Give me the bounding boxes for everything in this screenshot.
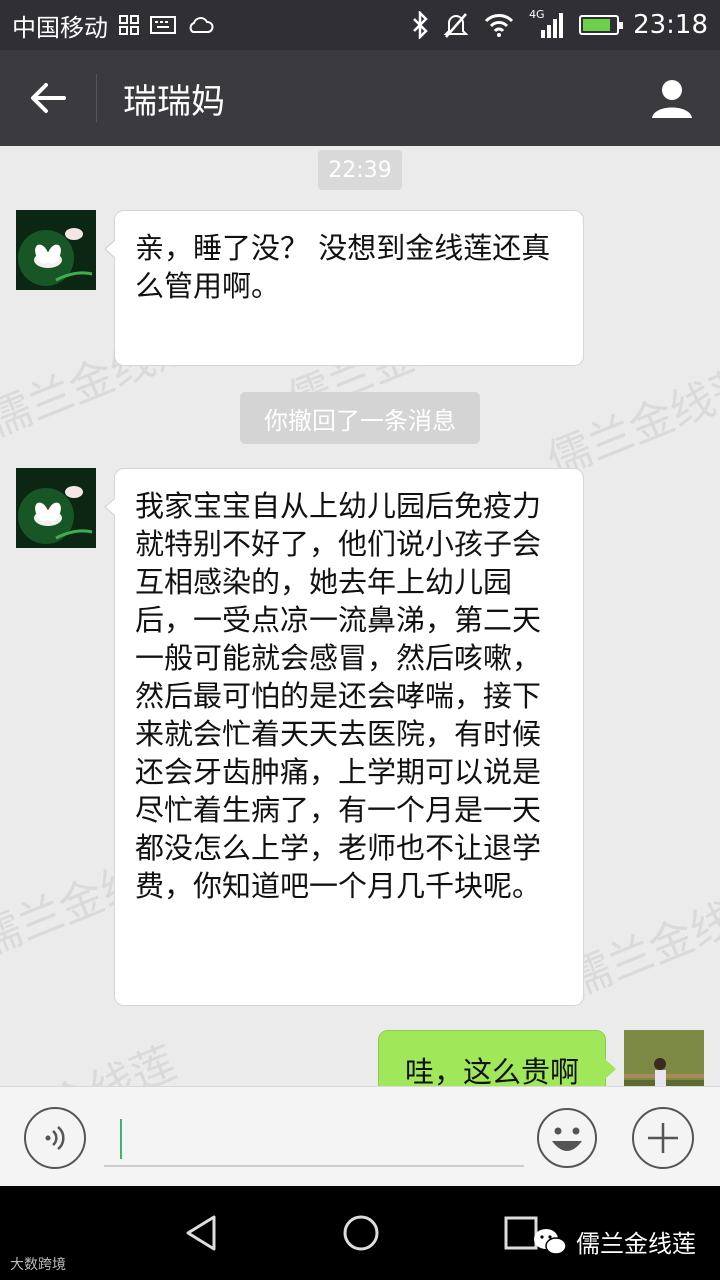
- message-bubble[interactable]: 亲，睡了没？ 没想到金线莲还真么管用啊。: [104, 210, 584, 366]
- my-message-bubble[interactable]: 哇，这么贵啊: [378, 1030, 616, 1086]
- text-cursor: [120, 1119, 122, 1159]
- chat-title: 瑞瑞妈: [123, 81, 225, 122]
- brand-watermark: 儒兰金线莲: [532, 1224, 696, 1259]
- message-text: 亲，睡了没？ 没想到金线莲还真么管用啊。: [135, 231, 551, 303]
- message-text: 哇，这么贵啊: [404, 1055, 579, 1086]
- corner-watermark-text: 大数跨境: [10, 1257, 66, 1273]
- signal-strength-icon: [541, 13, 564, 38]
- message-bubble[interactable]: 我家宝宝自从上幼儿园后免疫力就特别不好了，他们说小孩子会互相感染的，她去年上幼儿…: [104, 468, 584, 1006]
- contact-avatar[interactable]: [16, 210, 96, 290]
- photo-avatar-image: [624, 1030, 704, 1086]
- chat-header: 瑞瑞妈: [0, 50, 720, 146]
- brand-name: 儒兰金线莲: [576, 1230, 696, 1258]
- cloud-icon: [189, 17, 214, 33]
- battery-icon: [579, 15, 624, 35]
- bluetooth-icon: [413, 11, 428, 39]
- input-bar: [0, 1086, 720, 1187]
- wechat-logo-icon: [534, 1228, 567, 1255]
- carrier-label: 中国移动: [12, 13, 108, 42]
- wechat-chat-screen: 中国移动 4G 23:18 瑞瑞妈 儒兰金线莲 儒兰金线莲 儒兰金线莲 儒兰金线…: [0, 0, 720, 1280]
- signal-group: 4G: [529, 8, 565, 40]
- back-button[interactable]: [0, 50, 96, 146]
- wifi-icon: [484, 14, 514, 37]
- my-avatar[interactable]: [624, 1030, 704, 1086]
- arrow-left-icon: [31, 83, 66, 113]
- lotus-avatar-image: [16, 468, 96, 548]
- message-list[interactable]: 儒兰金线莲 儒兰金线莲 儒兰金线莲 儒兰金线莲 儒兰金线莲 儒兰金线莲 儒兰金线…: [0, 146, 720, 1086]
- smiley-icon: [537, 1108, 597, 1168]
- plus-icon: [648, 1123, 678, 1153]
- keyboard-icon: [150, 16, 176, 34]
- contact-avatar[interactable]: [16, 468, 96, 548]
- voice-icon: [45, 1126, 65, 1150]
- mute-icon: [443, 13, 469, 38]
- emoji-button[interactable]: [536, 1107, 598, 1169]
- corner-watermark: 大数跨境: [10, 1254, 66, 1274]
- watermark-text: 儒兰金线莲: [0, 1027, 184, 1086]
- recall-notice: 你撤回了一条消息: [240, 392, 480, 444]
- message-text: 我家宝宝自从上幼儿园后免疫力就特别不好了，他们说小孩子会互相感染的，她去年上幼儿…: [135, 489, 542, 903]
- system-nav-bar: 儒兰金线莲 大数跨境: [0, 1186, 720, 1280]
- message-timestamp: 22:39: [318, 150, 402, 190]
- header-divider: [96, 74, 97, 122]
- message-input[interactable]: [104, 1109, 524, 1167]
- system-back-icon[interactable]: [184, 1214, 218, 1252]
- person-icon: [652, 80, 692, 118]
- chat-info-button[interactable]: [624, 50, 720, 146]
- status-time: 23:18: [633, 10, 708, 40]
- lotus-avatar-image: [16, 210, 96, 290]
- system-home-icon[interactable]: [342, 1214, 380, 1252]
- voice-input-button[interactable]: [24, 1107, 86, 1169]
- more-options-button[interactable]: [632, 1107, 694, 1169]
- apps-grid-icon: [119, 15, 139, 35]
- status-bar: 中国移动 4G 23:18: [0, 0, 720, 50]
